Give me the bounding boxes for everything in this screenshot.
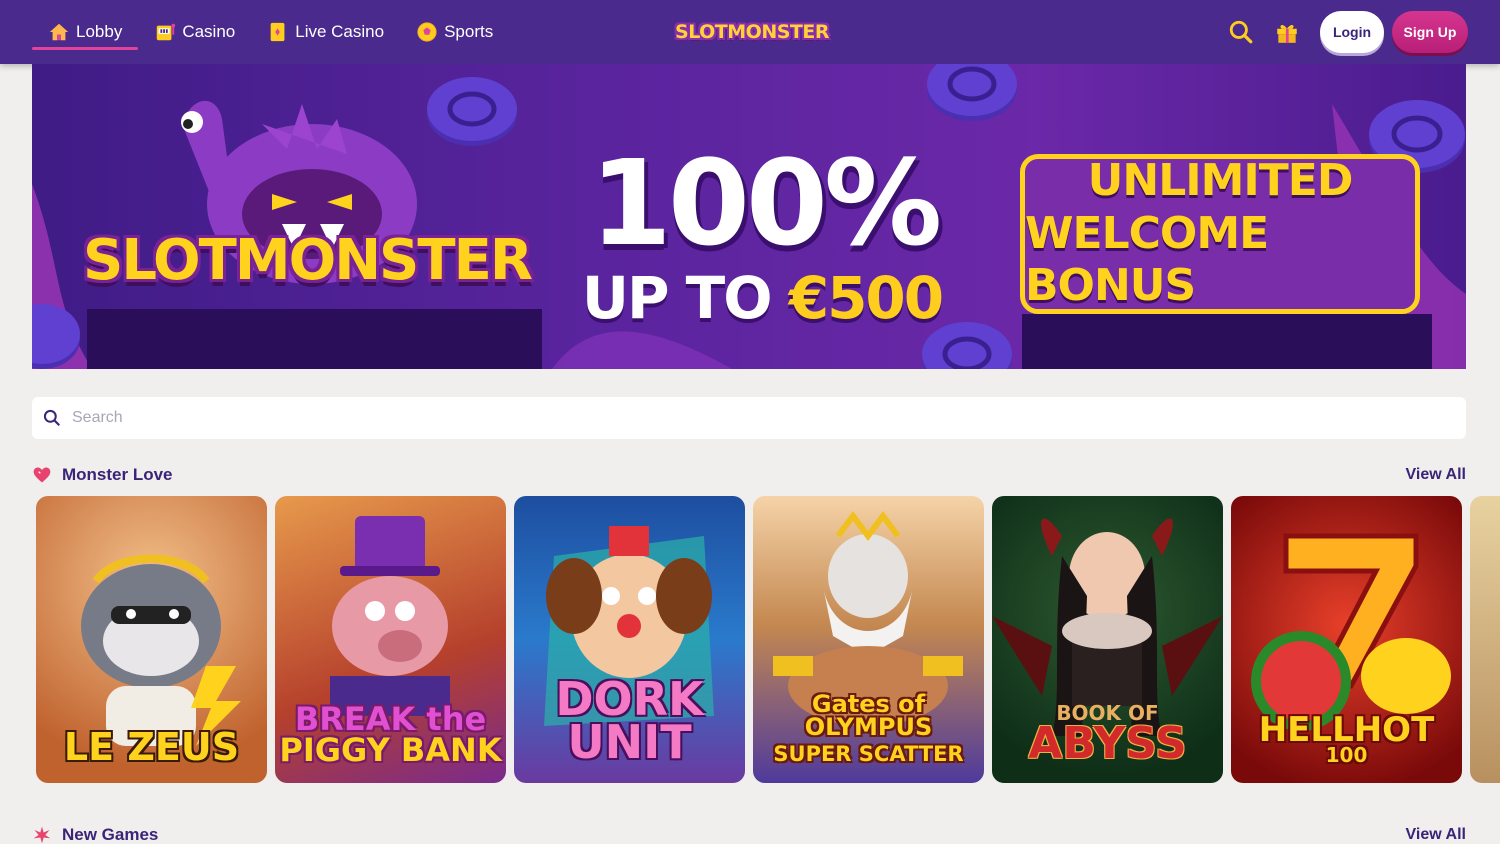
banner-up-to: UP TO <box>581 264 773 332</box>
soccer-ball-icon <box>417 22 437 42</box>
nav-item-label: Live Casino <box>295 22 385 41</box>
game-title-line1: Gates of OLYMPUS <box>804 690 933 742</box>
game-tile[interactable]: LE ZEUS <box>36 496 267 783</box>
game-title-line1: HELLHOT <box>1258 709 1435 750</box>
game-title-line2: PIGGY BANK <box>279 730 502 769</box>
header-tools: Login Sign Up <box>1228 11 1468 53</box>
games-carousel: LE ZEUS BREAK the PIGGY BANK DORK UNIT G… <box>36 496 1500 783</box>
section-header-monster-love: Monster Love View All <box>32 463 1466 487</box>
top-navigation-bar: Lobby Casino Live Casino Sports SLOTMONS… <box>0 0 1500 64</box>
search-input[interactable] <box>72 409 1432 427</box>
chip-graphic <box>427 77 517 146</box>
logo-text: SLOTMONSTER <box>675 21 829 43</box>
game-title: BOOK OF ABYSS <box>992 703 1223 770</box>
main-nav: Lobby Casino Live Casino Sports <box>32 0 509 64</box>
card-icon <box>270 22 285 42</box>
gift-icon[interactable] <box>1274 19 1300 45</box>
nav-item-sports[interactable]: Sports <box>400 0 509 64</box>
game-tile[interactable] <box>1470 496 1500 783</box>
search-bar <box>32 397 1466 439</box>
home-icon <box>49 23 69 41</box>
star-burst-icon <box>33 826 51 844</box>
game-tile[interactable]: DORK UNIT <box>514 496 745 783</box>
login-button[interactable]: Login <box>1320 11 1384 53</box>
game-title: LE ZEUS <box>63 724 240 769</box>
game-title: BREAK the PIGGY BANK <box>275 703 506 769</box>
nav-item-casino[interactable]: Casino <box>138 0 251 64</box>
game-title: DORK UNIT <box>514 676 745 770</box>
banner-percent: 100% <box>589 134 943 272</box>
game-title: HELLHOT 100 <box>1231 709 1462 765</box>
game-tile[interactable]: HELLHOT 100 <box>1231 496 1462 783</box>
nav-item-label: Casino <box>182 22 236 41</box>
search-icon <box>43 409 60 426</box>
nav-item-label: Lobby <box>76 22 123 41</box>
heart-icon <box>33 467 51 483</box>
game-title-line2: SUPER SCATTER <box>773 742 964 767</box>
nav-item-label: Sports <box>444 22 494 41</box>
game-title-line2: UNIT <box>567 715 692 770</box>
signup-button[interactable]: Sign Up <box>1392 11 1468 53</box>
banner-bonus-box: UNLIMITED WELCOME BONUS <box>1020 154 1420 314</box>
game-title: Gates of OLYMPUS SUPER SCATTER <box>753 693 984 765</box>
section-header-new-games: New Games View All <box>32 823 1466 844</box>
section-title: Monster Love <box>62 465 173 484</box>
search-icon[interactable] <box>1228 19 1254 45</box>
view-all-link[interactable]: View All <box>1406 826 1466 844</box>
nav-item-lobby[interactable]: Lobby <box>32 0 139 64</box>
slotmonster-logo[interactable]: SLOTMONSTER <box>675 12 829 52</box>
banner-box-line2: WELCOME BONUS <box>1025 207 1269 312</box>
banner-offer: UP TO €500 <box>552 264 972 332</box>
slot-machine-icon <box>157 23 176 41</box>
game-title-line2: ABYSS <box>1028 718 1187 770</box>
banner-amount: €500 <box>788 264 944 332</box>
game-tile[interactable]: BREAK the PIGGY BANK <box>275 496 506 783</box>
section-title: New Games <box>62 825 159 844</box>
banner-brand: SLOTMONSTER <box>83 227 533 293</box>
banner-box-line1: UNLIMITED <box>1087 154 1354 206</box>
game-tile[interactable]: BOOK OF ABYSS <box>992 496 1223 783</box>
promo-banner[interactable]: SLOTMONSTER 100% UP TO €500 UNLIMITED WE… <box>32 64 1466 369</box>
game-tile[interactable]: Gates of OLYMPUS SUPER SCATTER <box>753 496 984 783</box>
nav-item-live-casino[interactable]: Live Casino <box>251 0 400 64</box>
view-all-link[interactable]: View All <box>1406 466 1466 484</box>
